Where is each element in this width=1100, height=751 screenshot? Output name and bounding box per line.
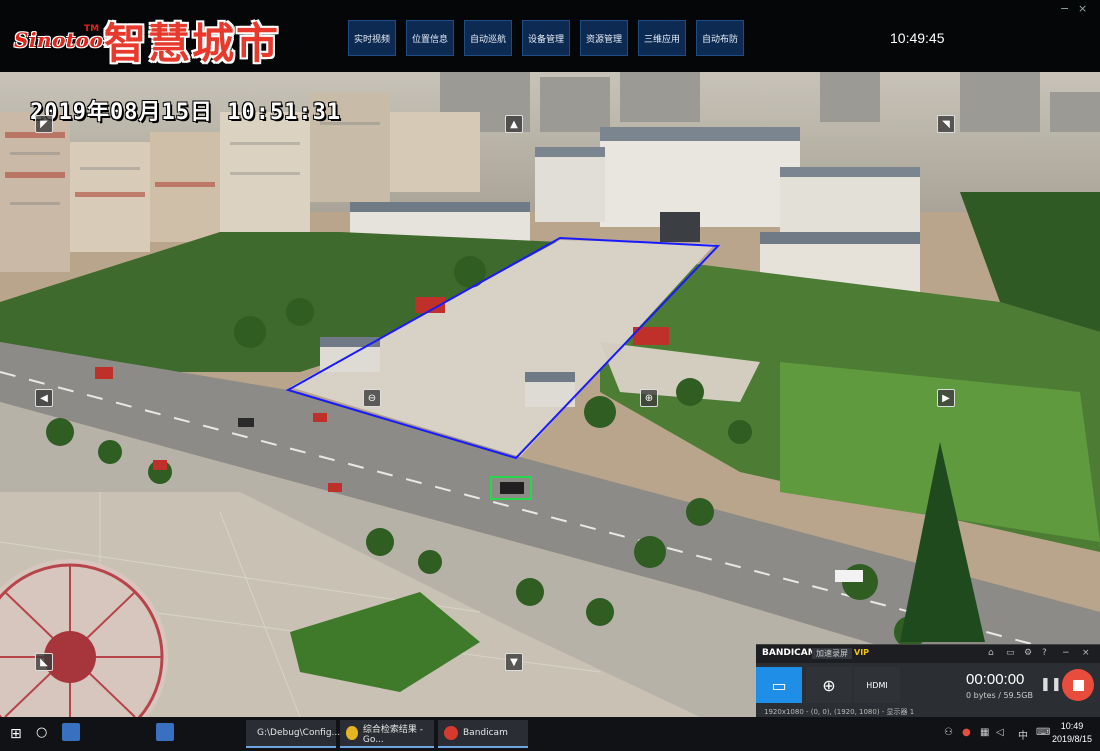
hdmi-mode-button[interactable]: HDMI [854,667,900,703]
recording-file-size: 0 bytes / 59.5GB [966,691,1033,700]
ime-indicator[interactable]: 中 [1018,727,1028,742]
tray-volume-icon[interactable]: ◁ [996,727,1004,738]
ptz-up-button[interactable]: ▲ [505,115,523,133]
folder-icon[interactable]: ▭ [1006,648,1015,658]
camera-feed[interactable]: 2019年08月15日 10:51:31 ◤ ▲ ◥ ◀ ⊖ ⊕ ▶ ◣ ▼ [0,72,1100,717]
app-header: Sinotoon TM 智慧城市 实时视频 位置信息 自动巡航 设备管理 资源管… [0,0,1100,72]
ptz-left-button[interactable]: ◀ [35,389,53,407]
taskbar-item-bandicam[interactable]: Bandicam [438,720,528,748]
bandicam-vip-badge[interactable]: VIP [854,648,869,657]
bandicam-titlebar: BANDICAM 加速录屏 VIP ⌂ ▭ ⚙ ? − × [756,645,1100,663]
taskbar-item-label: Bandicam [463,728,508,738]
bandicam-icon [444,726,458,740]
zoom-out-button[interactable]: ⊖ [363,389,381,407]
taskbar-item-label: G:\Debug\Config... [257,728,341,738]
ptz-up-right-button[interactable]: ◥ [937,115,955,133]
start-button[interactable]: ⊞ [10,726,22,742]
recording-timer: 00:00:00 [966,671,1025,688]
osd-timestamp: 2019年08月15日 10:51:31 [30,100,342,125]
brand-tm: TM [84,24,100,34]
taskbar-item-label: 综合检索结果 - Go... [362,724,423,745]
search-button[interactable]: ○ [36,725,47,740]
nav-location[interactable]: 位置信息 [406,20,454,56]
capture-region-info: 1920x1080 - (0, 0), (1920, 1080) - 显示器 1 [764,708,915,716]
ptz-down-left-button[interactable]: ◣ [35,653,53,671]
home-icon[interactable]: ⌂ [988,648,994,658]
camera-scene [0,72,1100,717]
windows-taskbar: ⊞ ○ G:\Debug\Config... 综合检索结果 - Go... Ba… [0,717,1100,751]
tray-user-icon[interactable]: ⚇ [944,727,953,738]
tray-keyboard-icon[interactable]: ⌨ [1036,727,1050,738]
nav-device-mgmt[interactable]: 设备管理 [522,20,570,56]
nav-resource-mgmt[interactable]: 资源管理 [580,20,628,56]
header-clock: 10:49:45 [890,30,945,46]
system-time: 10:49 [1060,721,1084,731]
settings-icon[interactable]: ⚙ [1024,648,1032,658]
taskbar-item-explorer[interactable]: G:\Debug\Config... [246,720,340,748]
zoom-in-button[interactable]: ⊕ [640,389,658,407]
pause-button[interactable]: ❚❚ [1040,677,1062,692]
ptz-down-button[interactable]: ▼ [505,653,523,671]
help-icon[interactable]: ? [1042,648,1047,658]
pinned-app-icon-2[interactable] [156,723,174,741]
ptz-right-button[interactable]: ▶ [937,389,955,407]
bandicam-close-button[interactable]: × [1082,648,1090,658]
brand-logo: Sinotoon [14,28,119,52]
nav-auto-cruise[interactable]: 自动巡航 [464,20,512,56]
tray-network-icon[interactable]: ▦ [980,727,989,738]
pinned-app-icon[interactable] [62,723,80,741]
taskbar-item-chrome[interactable]: 综合检索结果 - Go... [340,720,434,748]
stop-record-button[interactable] [1062,669,1094,701]
minimize-button[interactable]: − [1060,2,1069,15]
bandicam-name: BANDICAM [762,648,817,658]
nav-live-video[interactable]: 实时视频 [348,20,396,56]
chrome-icon [346,726,358,740]
ptz-up-left-button[interactable]: ◤ [35,115,53,133]
bandicam-minimize-button[interactable]: − [1062,648,1070,658]
system-clock[interactable]: 10:49 2019/8/15 [1052,720,1092,746]
screen-mode-button[interactable]: ▭ [756,667,802,703]
nav-auto-defense[interactable]: 自动布防 [696,20,744,56]
app-title: 智慧城市 [104,19,281,68]
bandicam-register-button[interactable]: 加速录屏 [812,648,852,659]
close-button[interactable]: × [1078,2,1087,15]
bandicam-window: BANDICAM 加速录屏 VIP ⌂ ▭ ⚙ ? − × ▭ ⊕ HDMI 0… [756,644,1100,719]
system-date: 2019/8/15 [1052,734,1093,744]
stop-icon [1072,679,1084,691]
tray-record-icon[interactable]: ● [962,727,971,738]
game-mode-button[interactable]: ⊕ [806,667,852,703]
nav-3d-apps[interactable]: 三维应用 [638,20,686,56]
main-nav: 实时视频 位置信息 自动巡航 设备管理 资源管理 三维应用 自动布防 [348,20,744,56]
